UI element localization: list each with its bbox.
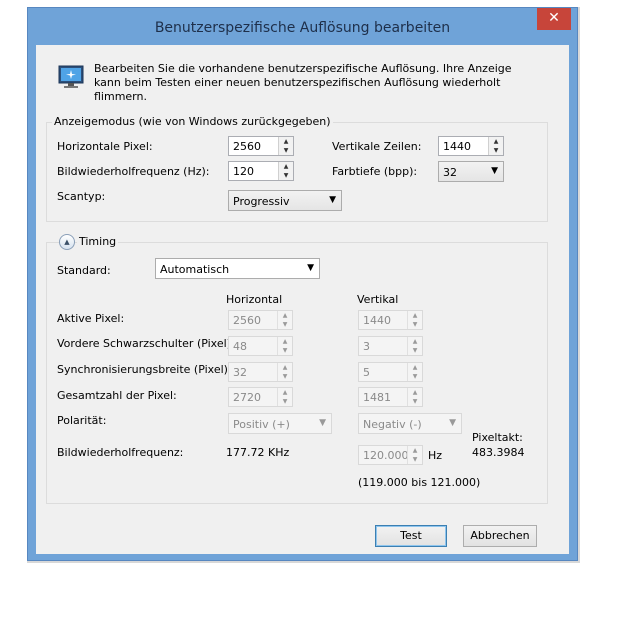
standard-value: Automatisch [160, 263, 230, 276]
dialog-window: Benutzerspezifische Auflösung bearbeiten… [27, 7, 578, 561]
spin-down-icon: ▼ [412, 456, 418, 463]
vertical-lines-label: Vertikale Zeilen: [332, 140, 422, 153]
spin-up-icon: ▲ [412, 338, 418, 345]
front-porch-h-value: 48 [233, 340, 247, 353]
spin-down-icon: ▼ [282, 321, 288, 328]
column-vertical-header: Vertikal [357, 293, 399, 306]
horizontal-pixels-label: Horizontale Pixel: [57, 140, 153, 153]
polarity-label: Polarität: [57, 414, 107, 427]
active-pixels-h-value: 2560 [233, 314, 261, 327]
spin-up-icon: ▲ [282, 338, 288, 345]
vertical-lines-spinner[interactable]: 1440 ▲ ▼ [438, 136, 504, 156]
chevron-down-icon: ▼ [329, 195, 336, 205]
color-depth-label: Farbtiefe (bpp): [332, 165, 418, 178]
spin-up-icon[interactable]: ▲ [279, 162, 293, 171]
timing-refresh-v-spinner: 120.000 ▲ ▼ [358, 445, 423, 465]
vertical-lines-value: 1440 [443, 140, 471, 153]
spin-down-icon[interactable]: ▼ [279, 171, 293, 180]
chevron-down-icon: ▼ [491, 166, 498, 176]
active-pixels-label: Aktive Pixel: [57, 312, 125, 325]
active-pixels-v-value: 1440 [363, 314, 391, 327]
cancel-button[interactable]: Abbrechen [463, 525, 537, 547]
spin-down-icon: ▼ [412, 321, 418, 328]
test-button[interactable]: Test [375, 525, 447, 547]
total-pixels-v-spinner: 1481 ▲ ▼ [358, 387, 423, 407]
spin-down-icon: ▼ [412, 373, 418, 380]
polarity-v-select: Negativ (-) ▼ [358, 413, 462, 434]
sync-width-h-value: 32 [233, 366, 247, 379]
front-porch-v-spinner: 3 ▲ ▼ [358, 336, 423, 356]
spin-up-icon: ▲ [282, 312, 288, 319]
spin-up-icon[interactable]: ▲ [489, 137, 503, 146]
horizontal-pixels-spinner[interactable]: 2560 ▲ ▼ [228, 136, 294, 156]
scan-type-select[interactable]: Progressiv ▼ [228, 190, 342, 211]
display-mode-group-label: Anzeigemodus (wie von Windows zurückgege… [52, 115, 333, 128]
polarity-h-value: Positiv (+) [233, 418, 290, 431]
chevron-down-icon: ▼ [319, 418, 326, 428]
column-horizontal-header: Horizontal [226, 293, 283, 306]
info-text: Bearbeiten Sie die vorhandene benutzersp… [94, 62, 512, 103]
polarity-v-value: Negativ (-) [363, 418, 422, 431]
spin-up-icon: ▲ [412, 364, 418, 371]
spin-up-icon: ▲ [282, 364, 288, 371]
timing-refresh-label: Bildwiederholfrequenz: [57, 446, 184, 459]
spin-down-icon[interactable]: ▼ [279, 146, 293, 155]
scan-type-value: Progressiv [233, 195, 290, 208]
refresh-rate-label: Bildwiederholfrequenz (Hz): [57, 165, 210, 178]
close-icon: ✕ [548, 10, 560, 26]
front-porch-h-spinner: 48 ▲ ▼ [228, 336, 293, 356]
refresh-rate-value: 120 [233, 165, 254, 178]
spin-up-icon[interactable]: ▲ [279, 137, 293, 146]
chevron-down-icon: ▼ [449, 418, 456, 428]
spin-up-icon: ▲ [412, 389, 418, 396]
monitor-icon [58, 65, 84, 88]
spin-down-icon: ▼ [282, 398, 288, 405]
color-depth-value: 32 [443, 166, 457, 179]
collapse-toggle-icon[interactable]: ▲ [59, 234, 75, 250]
spin-down-icon: ▼ [282, 347, 288, 354]
horizontal-pixels-value: 2560 [233, 140, 261, 153]
pixel-clock-value: 483.3984 [472, 446, 525, 459]
chevron-down-icon: ▼ [307, 263, 314, 273]
timing-refresh-h-value: 177.72 KHz [226, 446, 290, 459]
active-pixels-h-spinner: 2560 ▲ ▼ [228, 310, 293, 330]
total-pixels-h-spinner: 2720 ▲ ▼ [228, 387, 293, 407]
standard-select[interactable]: Automatisch ▼ [155, 258, 320, 279]
timing-toggle-label[interactable]: Timing [77, 235, 119, 248]
spin-down-icon: ▼ [412, 398, 418, 405]
spin-down-icon: ▼ [412, 347, 418, 354]
front-porch-label: Vordere Schwarzschulter (Pixel): [57, 337, 235, 350]
sync-width-label: Synchronisierungsbreite (Pixel): [57, 363, 232, 376]
spin-down-icon[interactable]: ▼ [489, 146, 503, 155]
dialog-body: Bearbeiten Sie die vorhandene benutzersp… [36, 45, 569, 554]
refresh-range-text: (119.000 bis 121.000) [358, 476, 481, 489]
close-button[interactable]: ✕ [537, 8, 571, 30]
title-bar[interactable]: Benutzerspezifische Auflösung bearbeiten… [28, 8, 577, 46]
total-pixels-label: Gesamtzahl der Pixel: [57, 389, 177, 402]
spin-down-icon: ▼ [282, 373, 288, 380]
front-porch-v-value: 3 [363, 340, 370, 353]
timing-refresh-unit: Hz [428, 449, 443, 462]
spin-up-icon: ▲ [412, 312, 418, 319]
sync-width-h-spinner: 32 ▲ ▼ [228, 362, 293, 382]
refresh-rate-spinner[interactable]: 120 ▲ ▼ [228, 161, 294, 181]
sync-width-v-spinner: 5 ▲ ▼ [358, 362, 423, 382]
window-title: Benutzerspezifische Auflösung bearbeiten [154, 20, 451, 36]
timing-refresh-v-value: 120.000 [363, 449, 409, 462]
standard-label: Standard: [57, 264, 111, 277]
sync-width-v-value: 5 [363, 366, 370, 379]
spin-up-icon: ▲ [282, 389, 288, 396]
active-pixels-v-spinner: 1440 ▲ ▼ [358, 310, 423, 330]
total-pixels-v-value: 1481 [363, 391, 391, 404]
pixel-clock-label: Pixeltakt: [472, 431, 523, 444]
spin-up-icon: ▲ [412, 447, 418, 454]
total-pixels-h-value: 2720 [233, 391, 261, 404]
color-depth-select[interactable]: 32 ▼ [438, 161, 504, 182]
scan-type-label: Scantyp: [57, 190, 106, 203]
polarity-h-select: Positiv (+) ▼ [228, 413, 332, 434]
